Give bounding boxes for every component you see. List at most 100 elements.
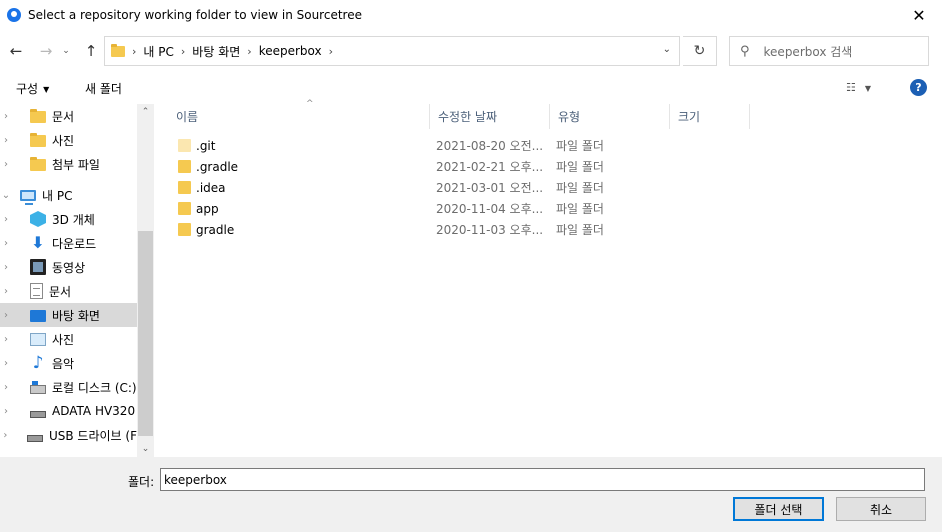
scrollbar-thumb[interactable] (138, 231, 153, 436)
chevron-right-icon[interactable]: › (0, 111, 12, 122)
file-type: 파일 폴더 (556, 223, 604, 237)
local-disk-icon (30, 381, 46, 394)
breadcrumb-separator[interactable]: › (132, 45, 136, 58)
folder-icon (30, 133, 46, 147)
address-bar[interactable]: › 내 PC › 바탕 화면 › keeperbox › ⌄ (104, 36, 680, 66)
breadcrumb-separator[interactable]: › (247, 45, 251, 58)
file-row[interactable]: .git 2021-08-20 오전... 파일 폴더 (170, 135, 770, 156)
chevron-down-icon: ▼ (43, 85, 50, 94)
tree-item-pictures-quick[interactable]: › 사진 (0, 128, 137, 152)
chevron-down-icon[interactable]: ⌄ (0, 190, 12, 201)
select-folder-button[interactable]: 폴더 선택 (733, 497, 824, 521)
back-button[interactable]: ← (6, 40, 26, 62)
file-row[interactable]: .idea 2021-03-01 오전... 파일 폴더 (170, 177, 770, 198)
download-icon: ⬇ (31, 233, 45, 252)
tree-item-documents[interactable]: › 문서 (0, 279, 137, 303)
tree-item-label: 다운로드 (52, 236, 97, 251)
tree-item-adata-drive[interactable]: › ADATA HV320 (0, 399, 137, 423)
column-header-date[interactable]: 수정한 날짜 (430, 104, 550, 129)
tree-item-label: 내 PC (42, 188, 73, 203)
tree-item-label: 첨부 파일 (52, 157, 100, 172)
chevron-right-icon[interactable]: › (0, 135, 12, 146)
address-dropdown-icon[interactable]: ⌄ (663, 44, 671, 55)
file-row[interactable]: app 2020-11-04 오후... 파일 폴더 (170, 198, 770, 219)
file-name: app (196, 201, 219, 216)
chevron-right-icon[interactable]: › (0, 159, 12, 170)
chevron-right-icon[interactable]: › (0, 430, 11, 441)
breadcrumb-this-pc[interactable]: 내 PC (143, 43, 173, 60)
chevron-right-icon[interactable]: › (0, 358, 12, 369)
column-name-label: 이름 (176, 110, 199, 124)
chevron-right-icon[interactable]: › (0, 214, 12, 225)
chevron-right-icon[interactable]: › (0, 238, 12, 249)
column-header-type[interactable]: 유형 (550, 104, 670, 129)
file-row[interactable]: gradle 2020-11-03 오후... 파일 폴더 (170, 219, 770, 240)
document-icon (30, 283, 43, 299)
file-date: 2020-11-03 오후... (436, 223, 544, 237)
folder-name-input[interactable] (160, 468, 925, 491)
desktop-icon (30, 310, 46, 322)
dialog-footer: 폴더: 폴더 선택 취소 (0, 457, 942, 532)
file-list[interactable]: 이름 ^ 수정한 날짜 유형 크기 .git 2021-08-20 오전... … (156, 99, 942, 457)
breadcrumb-separator[interactable]: › (181, 45, 185, 58)
search-icon: ⚲ (740, 43, 750, 59)
file-date: 2020-11-04 오후... (436, 202, 544, 216)
tree-item-3d-objects[interactable]: › 3D 개체 (0, 207, 137, 231)
column-header-size[interactable]: 크기 (670, 104, 750, 129)
tree-item-local-disk[interactable]: › 로컬 디스크 (C:) (0, 375, 137, 399)
navigation-pane[interactable]: › 문서 › 사진 › 첨부 파일 ⌄ 내 PC › 3D 개체 › ⬇ 다운로… (0, 104, 155, 457)
folder-icon (178, 202, 191, 215)
cancel-button[interactable]: 취소 (836, 497, 926, 521)
organize-label: 구성 (16, 82, 39, 96)
tree-item-label: 로컬 디스크 (C:) (52, 380, 137, 395)
chevron-right-icon[interactable]: › (0, 334, 12, 345)
tree-item-label: 사진 (52, 332, 75, 347)
tree-item-label: USB 드라이브 (F (48, 428, 137, 443)
breadcrumb-desktop[interactable]: 바탕 화면 (192, 43, 240, 60)
breadcrumb-keeperbox[interactable]: keeperbox (259, 44, 322, 58)
file-type: 파일 폴더 (556, 160, 604, 174)
up-button[interactable]: ↑ (81, 40, 101, 62)
tree-item-desktop[interactable]: › 바탕 화면 (0, 303, 137, 327)
navigation-scrollbar[interactable]: ⌃ ⌄ (137, 104, 154, 457)
tree-item-documents-quick[interactable]: › 문서 (0, 104, 137, 128)
tree-item-this-pc[interactable]: ⌄ 내 PC (0, 183, 137, 207)
tree-item-music[interactable]: › ♪ 음악 (0, 351, 137, 375)
breadcrumb-separator[interactable]: › (329, 45, 333, 58)
chevron-right-icon[interactable]: › (0, 406, 12, 417)
sourcetree-icon (7, 8, 21, 22)
folder-icon (178, 160, 191, 173)
chevron-right-icon[interactable]: › (0, 382, 12, 393)
window-title: Select a repository working folder to vi… (28, 8, 362, 22)
file-row[interactable]: .gradle 2021-02-21 오후... 파일 폴더 (170, 156, 770, 177)
refresh-button[interactable]: ↻ (683, 36, 717, 66)
file-type: 파일 폴더 (556, 202, 604, 216)
forward-button[interactable]: → (36, 40, 56, 62)
chevron-right-icon[interactable]: › (0, 310, 12, 321)
help-icon[interactable]: ? (910, 79, 927, 96)
chevron-right-icon[interactable]: › (0, 262, 12, 273)
chevron-right-icon[interactable]: › (0, 286, 12, 297)
organize-button[interactable]: 구성 ▼ (16, 80, 49, 97)
column-header-name[interactable]: 이름 ^ (168, 99, 430, 129)
chevron-down-icon: ▼ (864, 84, 872, 93)
search-input[interactable]: ⚲ keeperbox 검색 (729, 36, 929, 66)
tree-item-attachments[interactable]: › 첨부 파일 (0, 152, 137, 176)
usb-drive-icon (26, 434, 43, 442)
tree-item-downloads[interactable]: › ⬇ 다운로드 (0, 231, 137, 255)
file-date: 2021-08-20 오전... (436, 139, 544, 153)
tree-item-usb-drive[interactable]: › USB 드라이브 (F (0, 423, 137, 447)
new-folder-button[interactable]: 새 폴더 (85, 80, 122, 97)
tree-item-videos[interactable]: › 동영상 (0, 255, 137, 279)
change-view-button[interactable]: ☷ ▼ (846, 81, 871, 94)
scroll-up-icon[interactable]: ⌃ (137, 107, 154, 117)
recent-locations-button[interactable]: ⌄ (60, 40, 72, 62)
sort-ascending-icon: ^ (306, 99, 314, 109)
file-date: 2021-03-01 오전... (436, 181, 544, 195)
tree-item-pictures[interactable]: › 사진 (0, 327, 137, 351)
title-bar: Select a repository working folder to vi… (0, 0, 942, 31)
close-button[interactable]: ✕ (896, 0, 942, 31)
file-type: 파일 폴더 (556, 181, 604, 195)
scroll-down-icon[interactable]: ⌄ (137, 444, 154, 454)
tree-item-label: ADATA HV320 (52, 404, 136, 418)
